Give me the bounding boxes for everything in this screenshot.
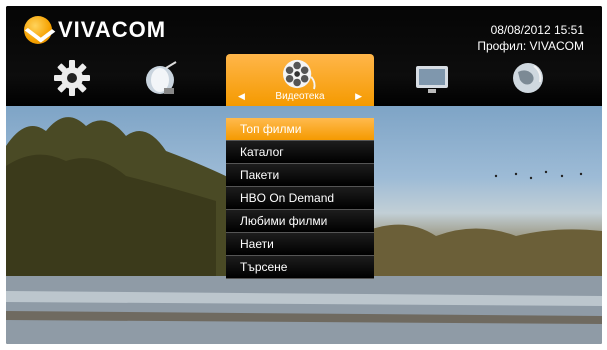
submenu-item-packages[interactable]: Пакети <box>226 164 374 187</box>
tv-screen: VIVACOM 08/08/2012 15:51 Профил: VIVACOM <box>6 6 602 344</box>
globe-icon[interactable] <box>508 58 548 98</box>
selected-menu-label: Видеотека <box>275 91 325 102</box>
gear-icon[interactable] <box>52 58 92 98</box>
top-bar: VIVACOM 08/08/2012 15:51 Профил: VIVACOM <box>6 6 602 106</box>
main-menu: ◀ ▶ Видеотека <box>6 50 602 106</box>
brand-logo: VIVACOM <box>24 15 166 45</box>
satellite-dish-icon[interactable] <box>142 58 182 98</box>
brand-name: VIVACOM <box>58 17 167 42</box>
menu-item-videoteka[interactable]: ◀ ▶ Видеотека <box>226 54 374 106</box>
video-submenu: Топ филми Каталог Пакети HBO On Demand Л… <box>226 118 374 279</box>
submenu-item-top-films[interactable]: Топ филми <box>226 118 374 141</box>
submenu-item-search[interactable]: Търсене <box>226 256 374 279</box>
submenu-item-favorite-films[interactable]: Любими филми <box>226 210 374 233</box>
film-reel-icon <box>283 59 316 90</box>
vivacom-logo-icon <box>24 16 52 44</box>
date-time: 08/08/2012 15:51 <box>490 23 584 37</box>
submenu-item-catalog[interactable]: Каталог <box>226 141 374 164</box>
submenu-item-hbo-on-demand[interactable]: HBO On Demand <box>226 187 374 210</box>
submenu-item-rented[interactable]: Наети <box>226 233 374 256</box>
tv-icon[interactable] <box>412 58 452 98</box>
